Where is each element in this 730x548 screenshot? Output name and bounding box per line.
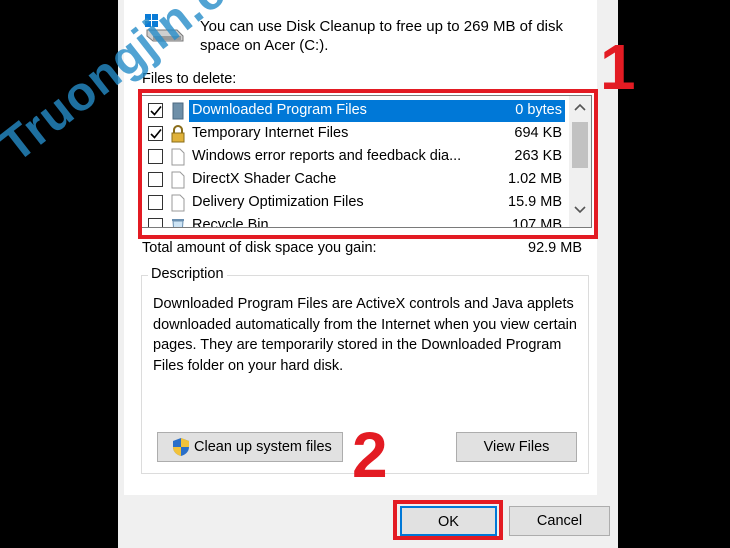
uac-shield-icon <box>173 438 189 456</box>
annotation-highlight-files <box>138 89 598 239</box>
annotation-highlight-ok <box>393 500 503 540</box>
annotation-step-2: 2 <box>352 419 388 491</box>
description-text: Downloaded Program Files are ActiveX con… <box>153 296 577 374</box>
clean-up-system-files-button[interactable]: Clean up system files <box>157 432 343 462</box>
total-space-value: 92.9 MB <box>528 240 582 256</box>
annotation-step-1: 1 <box>600 31 636 103</box>
clean-up-button-label: Clean up system files <box>194 439 332 455</box>
view-files-button[interactable]: View Files <box>456 432 577 462</box>
total-space-label: Total amount of disk space you gain: <box>142 240 377 256</box>
description-legend: Description <box>148 266 227 282</box>
cancel-button[interactable]: Cancel <box>509 506 610 536</box>
info-message: You can use Disk Cleanup to free up to 2… <box>200 18 563 54</box>
files-to-delete-label: Files to delete: <box>142 71 237 87</box>
